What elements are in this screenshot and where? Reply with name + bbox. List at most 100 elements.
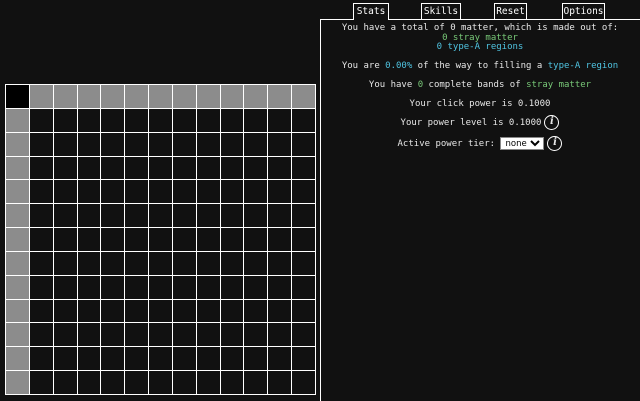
grid-cell[interactable] <box>268 204 292 228</box>
grid-cell[interactable] <box>125 228 149 251</box>
grid-cell[interactable] <box>196 371 220 394</box>
grid-cell[interactable] <box>196 299 220 323</box>
grid-cell[interactable] <box>125 323 149 347</box>
grid-cell[interactable] <box>292 275 315 299</box>
grid-cell[interactable] <box>149 228 172 251</box>
grid-cell[interactable] <box>292 85 315 108</box>
grid-cell[interactable] <box>196 204 220 228</box>
grid-cell[interactable] <box>6 251 29 275</box>
grid-cell[interactable] <box>149 180 172 204</box>
info-icon[interactable]: i <box>547 136 563 151</box>
grid-cell[interactable] <box>6 371 29 394</box>
grid-cell[interactable] <box>196 228 220 251</box>
info-icon[interactable]: i <box>544 115 560 130</box>
grid-cell[interactable] <box>53 132 77 156</box>
grid-cell[interactable] <box>53 156 77 180</box>
grid-cell[interactable] <box>101 228 125 251</box>
grid-cell[interactable] <box>292 108 315 132</box>
grid-cell[interactable] <box>125 204 149 228</box>
grid-cell[interactable] <box>77 371 101 394</box>
grid-cell[interactable] <box>101 275 125 299</box>
grid-cell[interactable] <box>101 323 125 347</box>
grid-cell[interactable] <box>125 180 149 204</box>
grid-cell[interactable] <box>196 323 220 347</box>
grid-cell[interactable] <box>172 180 196 204</box>
grid-cell[interactable] <box>220 323 244 347</box>
grid-cell[interactable] <box>101 132 125 156</box>
grid-cell[interactable] <box>292 156 315 180</box>
grid-cell[interactable] <box>244 204 268 228</box>
grid-cell[interactable] <box>101 108 125 132</box>
grid-cell[interactable] <box>53 228 77 251</box>
grid-cell[interactable] <box>29 180 53 204</box>
grid-cell[interactable] <box>125 347 149 371</box>
grid-cell[interactable] <box>29 275 53 299</box>
tab-reset[interactable]: Reset <box>494 3 527 19</box>
grid-cell[interactable] <box>29 323 53 347</box>
grid-cell[interactable] <box>268 323 292 347</box>
grid-cell[interactable] <box>292 251 315 275</box>
grid-cell[interactable] <box>268 108 292 132</box>
grid-cell[interactable] <box>292 228 315 251</box>
grid-cell[interactable] <box>196 180 220 204</box>
grid-cell[interactable] <box>292 347 315 371</box>
grid-cell[interactable] <box>29 228 53 251</box>
grid-cell[interactable] <box>196 132 220 156</box>
grid-cell[interactable] <box>101 347 125 371</box>
grid-cell[interactable] <box>172 251 196 275</box>
grid-cell[interactable] <box>196 275 220 299</box>
grid-cell[interactable] <box>172 275 196 299</box>
grid-cell[interactable] <box>125 85 149 108</box>
matter-grid[interactable] <box>5 84 316 395</box>
grid-cell[interactable] <box>292 204 315 228</box>
grid-cell[interactable] <box>29 156 53 180</box>
grid-cell[interactable] <box>172 371 196 394</box>
grid-cell[interactable] <box>77 204 101 228</box>
grid-cell[interactable] <box>6 347 29 371</box>
grid-cell[interactable] <box>244 180 268 204</box>
grid-cell[interactable] <box>29 132 53 156</box>
grid-cell[interactable] <box>244 108 268 132</box>
grid-cell[interactable] <box>29 347 53 371</box>
grid-cell[interactable] <box>77 228 101 251</box>
grid-cell[interactable] <box>53 85 77 108</box>
grid-cell[interactable] <box>53 371 77 394</box>
grid-cell[interactable] <box>220 251 244 275</box>
tab-skills[interactable]: Skills <box>421 3 461 19</box>
grid-cell[interactable] <box>149 275 172 299</box>
grid-cell[interactable] <box>268 275 292 299</box>
grid-cell[interactable] <box>196 347 220 371</box>
grid-cell[interactable] <box>172 204 196 228</box>
grid-cell[interactable] <box>292 132 315 156</box>
grid-cell[interactable] <box>53 323 77 347</box>
grid-cell[interactable] <box>220 347 244 371</box>
grid-cell[interactable] <box>77 323 101 347</box>
grid-cell[interactable] <box>53 204 77 228</box>
grid-cell[interactable] <box>268 156 292 180</box>
grid-cell[interactable] <box>172 108 196 132</box>
grid-cell[interactable] <box>244 251 268 275</box>
grid-cell[interactable] <box>29 85 53 108</box>
grid-cell[interactable] <box>125 156 149 180</box>
grid-cell[interactable] <box>101 85 125 108</box>
grid-cell[interactable] <box>6 275 29 299</box>
grid-cell[interactable] <box>244 156 268 180</box>
grid-cell[interactable] <box>220 275 244 299</box>
grid-cell[interactable] <box>125 132 149 156</box>
grid-cell[interactable] <box>172 132 196 156</box>
grid-cell[interactable] <box>53 299 77 323</box>
grid-cell[interactable] <box>101 299 125 323</box>
grid-cell[interactable] <box>292 371 315 394</box>
grid-cell[interactable] <box>268 371 292 394</box>
grid-cell[interactable] <box>6 228 29 251</box>
grid-cell[interactable] <box>149 299 172 323</box>
grid-cell[interactable] <box>6 323 29 347</box>
grid-cell[interactable] <box>149 371 172 394</box>
grid-cell[interactable] <box>6 85 29 108</box>
grid-cell[interactable] <box>172 299 196 323</box>
grid-cell[interactable] <box>244 228 268 251</box>
grid-cell[interactable] <box>268 251 292 275</box>
tab-options[interactable]: Options <box>562 3 605 19</box>
grid-cell[interactable] <box>77 85 101 108</box>
grid-cell[interactable] <box>268 180 292 204</box>
